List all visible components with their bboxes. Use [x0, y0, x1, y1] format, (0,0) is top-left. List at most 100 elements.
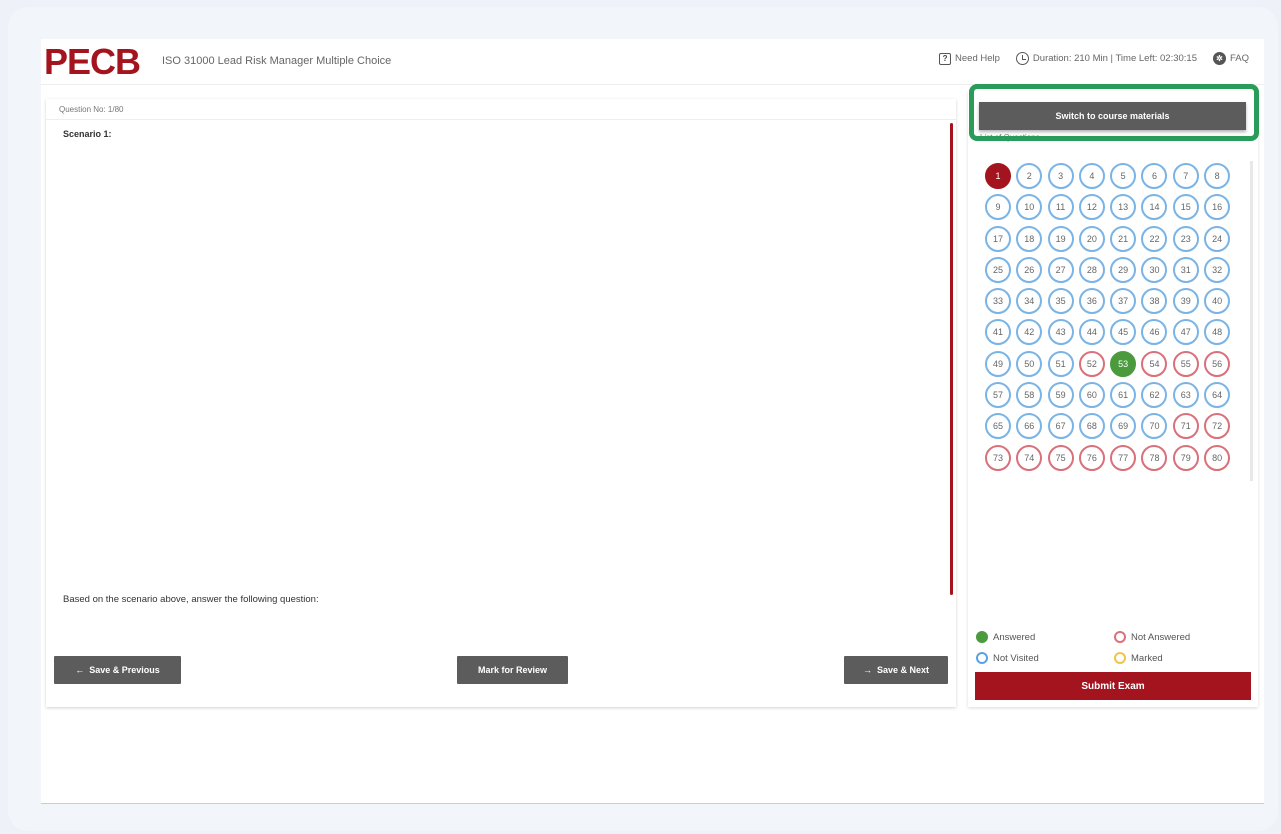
question-74-button[interactable]: 74	[1016, 444, 1043, 471]
question-5-button[interactable]: 5	[1110, 163, 1137, 189]
faq-globe-icon[interactable]: ✲	[1212, 52, 1226, 65]
question-68-button[interactable]: 68	[1078, 413, 1105, 440]
question-6-button[interactable]: 6	[1141, 163, 1168, 189]
question-29-button[interactable]: 29	[1110, 256, 1137, 283]
question-56-button[interactable]: 56	[1204, 350, 1231, 377]
question-23-button[interactable]: 23	[1172, 225, 1199, 252]
question-40-button[interactable]: 40	[1204, 288, 1231, 315]
question-69-button[interactable]: 69	[1110, 413, 1137, 440]
clock-icon	[1015, 52, 1029, 65]
status-legend: Answered Not Answered Not Visited Marked	[976, 627, 1248, 667]
question-16-button[interactable]: 16	[1204, 194, 1231, 221]
legend-marked: Marked	[1114, 652, 1163, 664]
question-46-button[interactable]: 46	[1141, 319, 1168, 346]
question-20-button[interactable]: 20	[1078, 225, 1105, 252]
question-34-button[interactable]: 34	[1016, 288, 1043, 315]
question-15-button[interactable]: 15	[1172, 194, 1199, 221]
legend-answered: Answered	[976, 631, 1035, 643]
question-75-button[interactable]: 75	[1047, 444, 1074, 471]
question-54-button[interactable]: 54	[1141, 350, 1168, 377]
question-28-button[interactable]: 28	[1078, 256, 1105, 283]
question-73-button[interactable]: 73	[985, 444, 1011, 471]
question-42-button[interactable]: 42	[1016, 319, 1043, 346]
question-38-button[interactable]: 38	[1141, 288, 1168, 315]
question-37-button[interactable]: 37	[1110, 288, 1137, 315]
help-square-icon[interactable]: ?	[939, 52, 952, 65]
question-33-button[interactable]: 33	[985, 288, 1011, 315]
header-tools: ? Need Help Duration: 210 Min | Time Lef…	[939, 52, 1249, 65]
question-77-button[interactable]: 77	[1110, 444, 1137, 471]
question-39-button[interactable]: 39	[1172, 288, 1199, 315]
question-55-button[interactable]: 55	[1172, 350, 1199, 377]
question-21-button[interactable]: 21	[1110, 225, 1137, 252]
question-17-button[interactable]: 17	[985, 225, 1011, 252]
faq-link[interactable]: FAQ	[1230, 53, 1249, 64]
question-72-button[interactable]: 72	[1204, 413, 1231, 440]
navigator-scrollbar[interactable]	[1250, 161, 1253, 481]
legend-not-answered: Not Answered	[1114, 631, 1190, 643]
question-11-button[interactable]: 11	[1047, 194, 1074, 221]
question-62-button[interactable]: 62	[1141, 382, 1168, 409]
question-31-button[interactable]: 31	[1172, 256, 1199, 283]
question-1-button[interactable]: 1	[985, 163, 1011, 189]
mark-for-review-button[interactable]: Mark for Review	[457, 656, 568, 684]
pecb-logo: PECB	[44, 41, 141, 82]
question-59-button[interactable]: 59	[1047, 382, 1074, 409]
question-12-button[interactable]: 12	[1078, 194, 1105, 221]
question-35-button[interactable]: 35	[1047, 288, 1074, 315]
question-58-button[interactable]: 58	[1016, 382, 1043, 409]
question-61-button[interactable]: 61	[1110, 382, 1137, 409]
legend-not-visited: Not Visited	[976, 652, 1039, 664]
question-prompt: Based on the scenario above, answer the …	[63, 594, 319, 605]
question-13-button[interactable]: 13	[1110, 194, 1137, 221]
question-24-button[interactable]: 24	[1204, 225, 1231, 252]
question-25-button[interactable]: 25	[985, 256, 1011, 283]
question-80-button[interactable]: 80	[1204, 444, 1231, 471]
question-79-button[interactable]: 79	[1172, 444, 1199, 471]
question-45-button[interactable]: 45	[1110, 319, 1137, 346]
question-8-button[interactable]: 8	[1204, 163, 1231, 189]
question-10-button[interactable]: 10	[1016, 194, 1043, 221]
question-scrollbar[interactable]	[950, 123, 953, 595]
question-53-button[interactable]: 53	[1110, 350, 1137, 377]
question-7-button[interactable]: 7	[1172, 163, 1199, 189]
question-52-button[interactable]: 52	[1078, 350, 1105, 377]
question-27-button[interactable]: 27	[1047, 256, 1074, 283]
question-47-button[interactable]: 47	[1172, 319, 1199, 346]
question-36-button[interactable]: 36	[1078, 288, 1105, 315]
switch-to-course-materials-button[interactable]: Switch to course materials	[979, 102, 1246, 130]
question-63-button[interactable]: 63	[1172, 382, 1199, 409]
question-4-button[interactable]: 4	[1078, 163, 1105, 189]
question-43-button[interactable]: 43	[1047, 319, 1074, 346]
question-3-button[interactable]: 3	[1047, 163, 1074, 189]
question-57-button[interactable]: 57	[985, 382, 1011, 409]
save-next-button[interactable]: → Save & Next	[844, 656, 948, 684]
question-22-button[interactable]: 22	[1141, 225, 1168, 252]
question-50-button[interactable]: 50	[1016, 350, 1043, 377]
question-44-button[interactable]: 44	[1078, 319, 1105, 346]
question-30-button[interactable]: 30	[1141, 256, 1168, 283]
question-67-button[interactable]: 67	[1047, 413, 1074, 440]
question-51-button[interactable]: 51	[1047, 350, 1074, 377]
question-71-button[interactable]: 71	[1172, 413, 1199, 440]
question-2-button[interactable]: 2	[1016, 163, 1043, 189]
question-18-button[interactable]: 18	[1016, 225, 1043, 252]
question-48-button[interactable]: 48	[1204, 319, 1231, 346]
question-14-button[interactable]: 14	[1141, 194, 1168, 221]
save-previous-button[interactable]: ← Save & Previous	[54, 656, 181, 684]
question-32-button[interactable]: 32	[1204, 256, 1231, 283]
question-78-button[interactable]: 78	[1141, 444, 1168, 471]
question-49-button[interactable]: 49	[985, 350, 1011, 377]
question-70-button[interactable]: 70	[1141, 413, 1168, 440]
question-26-button[interactable]: 26	[1016, 256, 1043, 283]
question-60-button[interactable]: 60	[1078, 382, 1105, 409]
submit-exam-button[interactable]: Submit Exam	[975, 672, 1251, 700]
question-76-button[interactable]: 76	[1078, 444, 1105, 471]
question-64-button[interactable]: 64	[1204, 382, 1231, 409]
question-66-button[interactable]: 66	[1016, 413, 1043, 440]
question-41-button[interactable]: 41	[985, 319, 1011, 346]
question-9-button[interactable]: 9	[985, 194, 1011, 221]
question-19-button[interactable]: 19	[1047, 225, 1074, 252]
question-65-button[interactable]: 65	[985, 413, 1011, 440]
need-help-link[interactable]: Need Help	[955, 53, 1000, 64]
